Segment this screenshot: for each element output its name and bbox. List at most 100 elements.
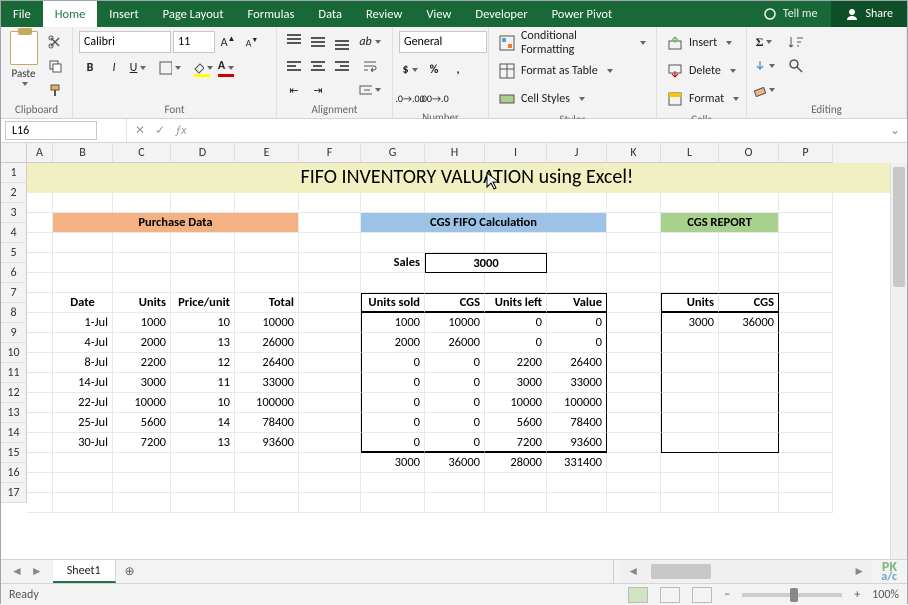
insert-cells-button[interactable]: Insert (663, 31, 736, 55)
cell[interactable]: Date (53, 293, 113, 313)
cell[interactable] (661, 373, 719, 393)
copy-button[interactable] (44, 55, 66, 77)
cell[interactable] (53, 453, 113, 473)
cell[interactable] (661, 273, 719, 293)
cell[interactable] (235, 233, 299, 253)
cell[interactable] (299, 293, 361, 313)
cell[interactable]: 0 (361, 353, 425, 373)
col-header-K[interactable]: K (607, 143, 661, 163)
align-top-button[interactable] (283, 31, 305, 53)
cell[interactable]: 3000 (361, 453, 425, 473)
cell[interactable] (607, 353, 661, 373)
cell[interactable] (27, 333, 53, 353)
cell[interactable]: 1000 (113, 313, 171, 333)
cell[interactable]: 10000 (113, 393, 171, 413)
scroll-sheets-right-button[interactable]: ► (31, 564, 43, 579)
accounting-format-button[interactable]: $ (399, 59, 421, 81)
cell[interactable]: 4-Jul (53, 333, 113, 353)
cell[interactable] (113, 453, 171, 473)
cell[interactable] (547, 273, 607, 293)
cell[interactable] (485, 493, 547, 513)
cell[interactable] (547, 253, 607, 273)
cell[interactable] (425, 493, 485, 513)
cell[interactable]: Sales (361, 253, 425, 273)
cell[interactable]: Price/unit (171, 293, 235, 313)
cell[interactable] (607, 233, 661, 253)
zoom-level[interactable]: 100% (872, 588, 899, 602)
cell[interactable] (53, 493, 113, 513)
cell[interactable]: 26000 (425, 333, 485, 353)
cell[interactable]: 26400 (547, 353, 607, 373)
cell[interactable] (361, 193, 425, 213)
cell[interactable] (779, 433, 833, 453)
increase-indent-button[interactable]: ⇥ (307, 79, 329, 101)
cell[interactable] (113, 273, 171, 293)
row-header-2[interactable]: 2 (1, 183, 27, 203)
cell[interactable]: 10000 (485, 393, 547, 413)
row-header-10[interactable]: 10 (1, 343, 27, 363)
cell[interactable] (607, 433, 661, 453)
cell[interactable] (547, 233, 607, 253)
row-header-14[interactable]: 14 (1, 423, 27, 443)
cell[interactable]: 26400 (235, 353, 299, 373)
cell[interactable] (299, 393, 361, 413)
cell[interactable] (485, 233, 547, 253)
col-header-A[interactable]: A (27, 143, 53, 163)
cell[interactable] (171, 453, 235, 473)
paste-button[interactable]: Paste (7, 31, 40, 86)
cell[interactable]: 26000 (235, 333, 299, 353)
autosum-button[interactable]: Σ (753, 31, 775, 53)
cell[interactable] (53, 193, 113, 213)
cell[interactable] (53, 273, 113, 293)
cell[interactable] (779, 333, 833, 353)
cell[interactable] (719, 333, 779, 353)
cell[interactable]: CGS (425, 293, 485, 313)
conditional-formatting-button[interactable]: Conditional Formatting (495, 31, 650, 55)
cell[interactable]: 0 (425, 433, 485, 453)
cell[interactable] (299, 473, 361, 493)
tab-insert[interactable]: Insert (97, 1, 150, 27)
decrease-font-button[interactable]: A▼ (241, 31, 263, 53)
row-header-6[interactable]: 6 (1, 263, 27, 283)
cell[interactable] (607, 213, 661, 233)
cell[interactable] (719, 413, 779, 433)
cell[interactable]: 13 (171, 333, 235, 353)
row-header-12[interactable]: 12 (1, 383, 27, 403)
tell-me[interactable]: Tell me (749, 1, 832, 27)
cell[interactable] (661, 453, 719, 473)
scroll-sheets-left-button[interactable]: ◄ (11, 564, 23, 579)
format-as-table-button[interactable]: Format as Table (495, 59, 617, 83)
cell[interactable]: 7200 (113, 433, 171, 453)
normal-view-button[interactable] (628, 587, 648, 603)
italic-button[interactable]: I (103, 57, 125, 79)
cell[interactable]: 3000 (113, 373, 171, 393)
cell[interactable] (53, 233, 113, 253)
percent-format-button[interactable]: % (423, 59, 445, 81)
row-header-5[interactable]: 5 (1, 243, 27, 263)
cell[interactable]: 14-Jul (53, 373, 113, 393)
cell[interactable]: 0 (361, 373, 425, 393)
col-header-B[interactable]: B (53, 143, 113, 163)
cell[interactable]: 0 (425, 353, 485, 373)
delete-cells-button[interactable]: Delete (663, 59, 740, 83)
formula-input[interactable] (194, 119, 883, 142)
row-header-11[interactable]: 11 (1, 363, 27, 383)
zoom-in-button[interactable]: + (854, 588, 860, 602)
cell[interactable]: 100000 (547, 393, 607, 413)
tab-file[interactable]: File (1, 1, 43, 27)
cell[interactable]: CGS REPORT (661, 213, 779, 233)
cell[interactable] (485, 473, 547, 493)
cell[interactable] (27, 393, 53, 413)
cell[interactable] (779, 293, 833, 313)
align-middle-button[interactable] (307, 31, 329, 53)
cell[interactable] (719, 433, 779, 453)
enter-formula-button[interactable]: ✓ (155, 123, 165, 138)
underline-button[interactable]: U (127, 57, 149, 79)
cell[interactable] (719, 253, 779, 273)
clear-button[interactable] (753, 79, 775, 101)
tab-page-layout[interactable]: Page Layout (151, 1, 236, 27)
vertical-scrollbar[interactable] (890, 163, 907, 559)
cell[interactable] (27, 313, 53, 333)
tab-data[interactable]: Data (306, 1, 354, 27)
cell[interactable] (661, 253, 719, 273)
